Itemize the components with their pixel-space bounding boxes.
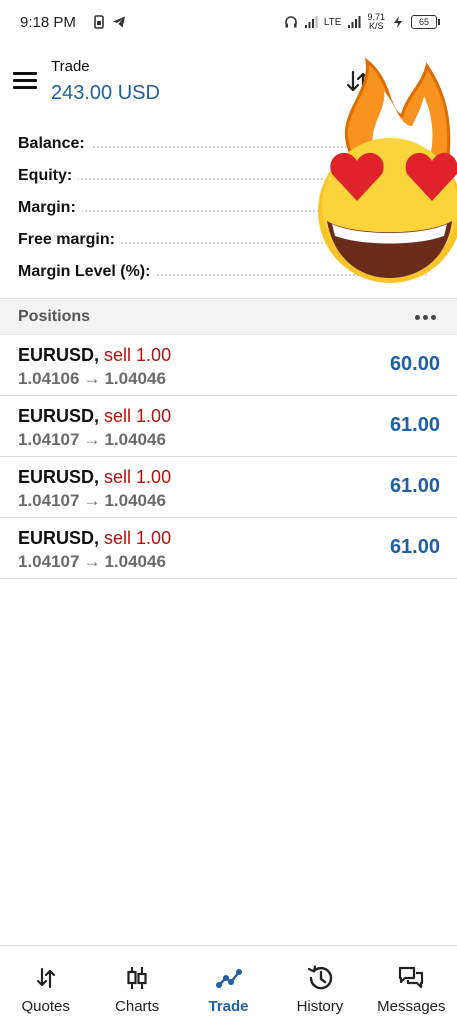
messages-icon	[399, 966, 424, 989]
headset-icon	[285, 16, 297, 28]
page-title: Trade	[51, 58, 90, 75]
open-price: 1.04107	[18, 491, 80, 510]
nav-trade-label: Trade	[208, 998, 249, 1015]
nav-charts-label: Charts	[115, 998, 160, 1015]
current-price: 1.04046	[104, 430, 166, 449]
position-side: sell 1.00	[104, 528, 172, 548]
nav-messages-label: Messages	[377, 998, 446, 1015]
nav-trade[interactable]: Trade	[183, 946, 274, 1024]
arrow-icon: →	[83, 369, 101, 388]
telegram-icon	[112, 16, 125, 28]
signal-icon	[304, 16, 318, 28]
margin-label: Margin:	[18, 199, 82, 217]
position-profit: 61.00	[389, 536, 440, 558]
menu-icon[interactable]	[13, 72, 37, 90]
position-row[interactable]: EURUSD, sell 1.00 1.04107 → 1.04046 61.00	[0, 396, 457, 457]
position-profit: 61.00	[389, 414, 440, 436]
charts-icon	[127, 967, 147, 989]
positions-header: Positions	[0, 298, 457, 335]
battery-level: 65	[418, 17, 429, 27]
position-symbol: EURUSD,	[18, 467, 100, 487]
positions-list: EURUSD, sell 1.00 1.04106 → 1.04046 60.00 …	[0, 335, 457, 579]
current-price: 1.04046	[104, 491, 166, 510]
nav-quotes[interactable]: Quotes	[0, 946, 91, 1024]
sim-icon	[94, 15, 104, 29]
network-speed: 9.71 K/S	[367, 13, 385, 31]
battery-icon: 65	[411, 15, 440, 29]
more-icon[interactable]	[415, 309, 439, 325]
open-price: 1.04107	[18, 552, 80, 571]
margin-level-label: Margin Level (%):	[18, 263, 157, 281]
free-margin-label: Free margin:	[18, 231, 121, 249]
nav-history[interactable]: History	[274, 946, 365, 1024]
open-price: 1.04106	[18, 369, 80, 388]
quotes-icon	[36, 967, 55, 989]
balance-label: Balance:	[18, 135, 91, 153]
position-row[interactable]: EURUSD, sell 1.00 1.04106 → 1.04046 60.00	[0, 335, 457, 396]
signal-icon-2	[348, 16, 361, 28]
current-price: 1.04046	[104, 369, 166, 388]
position-symbol: EURUSD,	[18, 528, 100, 548]
network-type: LTE	[323, 16, 342, 28]
trade-icon	[215, 969, 242, 988]
arrow-icon: →	[83, 552, 101, 571]
current-price: 1.04046	[104, 552, 166, 571]
open-price: 1.04107	[18, 430, 80, 449]
status-bar: 9:18 PM LTE 9.71 K/S 65	[0, 0, 457, 44]
flash-icon	[394, 16, 402, 28]
arrow-icon: →	[83, 491, 101, 510]
position-row[interactable]: EURUSD, sell 1.00 1.04107 → 1.04046 61.00	[0, 457, 457, 518]
position-side: sell 1.00	[104, 406, 172, 426]
positions-title: Positions	[18, 307, 91, 325]
nav-messages[interactable]: Messages	[366, 946, 457, 1024]
history-icon	[307, 965, 333, 990]
position-profit: 60.00	[389, 353, 440, 375]
status-time: 9:18 PM	[20, 13, 76, 31]
position-profit: 61.00	[389, 475, 440, 497]
nav-quotes-label: Quotes	[21, 998, 70, 1015]
speed-unit: K/S	[368, 21, 384, 31]
heart-eyes-emoji-sticker	[318, 57, 457, 283]
position-side: sell 1.00	[104, 467, 172, 487]
position-symbol: EURUSD,	[18, 345, 100, 365]
position-row[interactable]: EURUSD, sell 1.00 1.04107 → 1.04046 61.00	[0, 518, 457, 579]
bottom-nav: Quotes Charts Trade History Messages	[0, 945, 457, 1024]
nav-charts[interactable]: Charts	[91, 946, 182, 1024]
equity-label: Equity:	[18, 167, 79, 185]
position-symbol: EURUSD,	[18, 406, 100, 426]
arrow-icon: →	[83, 430, 101, 449]
header-amount: 243.00 USD	[51, 82, 160, 104]
nav-history-label: History	[296, 998, 344, 1015]
position-side: sell 1.00	[104, 345, 172, 365]
